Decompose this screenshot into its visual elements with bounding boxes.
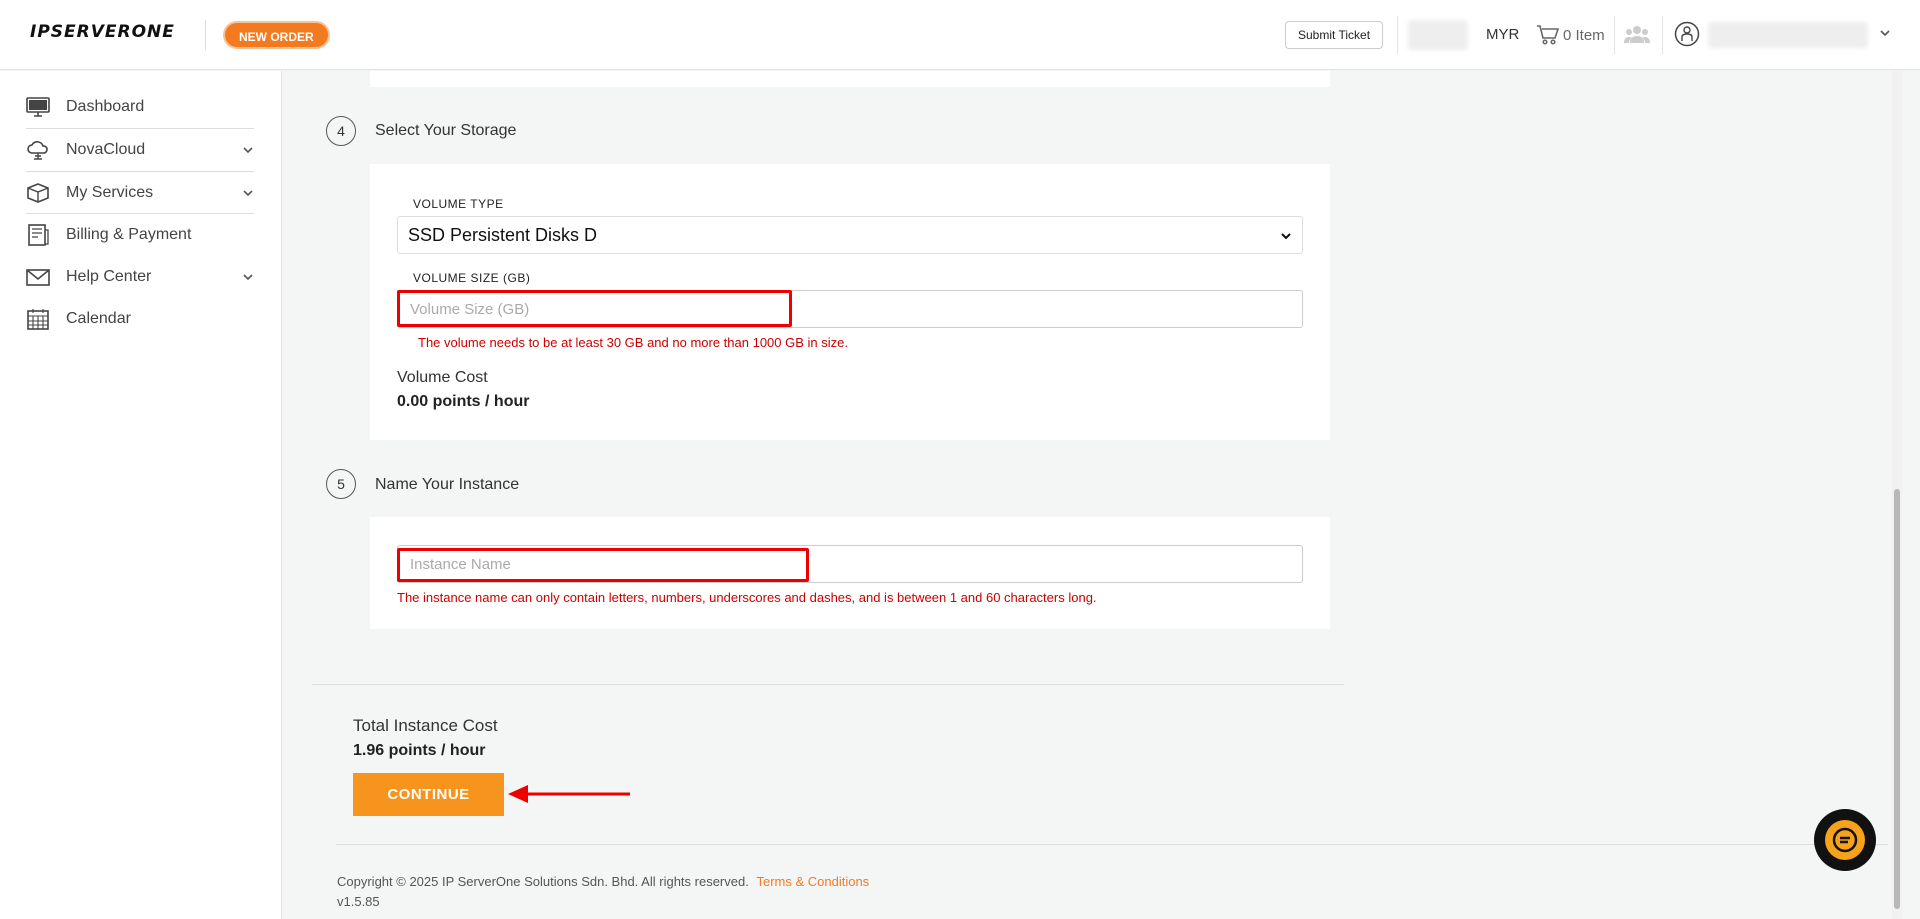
header-divider (1614, 16, 1615, 54)
terms-link[interactable]: Terms & Conditions (756, 874, 869, 889)
footer-divider (336, 844, 1888, 845)
cart-button[interactable]: 0 Item (1536, 24, 1605, 46)
calendar-icon (27, 309, 49, 330)
cart-count: 0 Item (1563, 26, 1605, 44)
volume-size-error: The volume needs to be at least 30 GB an… (418, 335, 848, 350)
arrow-annotation-icon (508, 785, 630, 803)
balance-redacted[interactable] (1408, 20, 1468, 50)
step-number-badge: 4 (326, 116, 356, 146)
volume-type-value: SSD Persistent Disks D (408, 225, 598, 245)
cloud-icon (27, 141, 48, 160)
box-icon (27, 183, 49, 203)
submit-ticket-button[interactable]: Submit Ticket (1285, 21, 1384, 49)
chat-widget-button[interactable] (1814, 809, 1876, 871)
sidebar-item-my-services[interactable]: My Services (26, 172, 254, 214)
instance-name-input[interactable] (397, 545, 1303, 583)
cart-icon (1537, 25, 1560, 45)
volume-type-select[interactable]: SSD Persistent Disks D (397, 216, 1303, 254)
sidebar-item-dashboard[interactable]: Dashboard (26, 86, 254, 128)
section-divider (312, 684, 1344, 685)
continue-button[interactable]: CONTINUE (353, 773, 504, 816)
chat-icon (1825, 820, 1865, 860)
volume-size-label: VOLUME SIZE (GB) (413, 271, 531, 285)
account-icon[interactable] (1674, 21, 1700, 47)
account-name-redacted[interactable] (1708, 22, 1868, 48)
ipserverone-logo[interactable]: IPSERVERONE (30, 22, 175, 42)
step-number-badge: 5 (326, 469, 356, 499)
sidebar-item-label: Calendar (66, 310, 131, 327)
sidebar-item-help-center[interactable]: Help Center (26, 256, 254, 298)
volume-size-input[interactable] (397, 290, 1303, 328)
volume-type-label: VOLUME TYPE (413, 197, 504, 211)
page-scrollbar[interactable] (1892, 71, 1902, 919)
chevron-down-icon (243, 274, 253, 281)
header-divider (205, 20, 206, 50)
total-cost-label: Total Instance Cost (353, 716, 498, 735)
sidebar-item-label: My Services (66, 184, 154, 201)
step-title: Select Your Storage (375, 122, 517, 139)
header-divider (1662, 16, 1663, 54)
step-title: Name Your Instance (375, 476, 520, 493)
users-icon[interactable] (1624, 24, 1650, 44)
sidebar-item-billing-payment[interactable]: Billing & Payment (26, 214, 254, 256)
sidebar-item-label: Dashboard (66, 98, 145, 115)
sidebar-item-label: Billing & Payment (66, 226, 192, 243)
receipt-icon (28, 224, 49, 246)
top-header: IPSERVERONE NEW ORDER Submit Ticket MYR … (0, 0, 1920, 70)
chevron-down-icon (243, 190, 253, 197)
mail-icon (26, 269, 50, 286)
chevron-down-icon[interactable] (1878, 26, 1892, 40)
footer-copyright: Copyright © 2025 IP ServerOne Solutions … (337, 874, 869, 889)
currency-selector[interactable]: MYR (1486, 26, 1519, 43)
new-order-button[interactable]: NEW ORDER (223, 21, 330, 49)
previous-step-card (370, 71, 1330, 87)
total-cost-value: 1.96 points / hour (353, 742, 486, 759)
sidebar-item-label: Help Center (66, 268, 152, 285)
header-divider (1397, 16, 1398, 54)
monitor-icon (26, 97, 50, 117)
scrollbar-thumb[interactable] (1894, 489, 1900, 909)
chevron-down-icon (243, 147, 253, 154)
version-text: v1.5.85 (337, 894, 380, 909)
volume-cost-label: Volume Cost (397, 369, 488, 386)
copyright-text: Copyright © 2025 IP ServerOne Solutions … (337, 874, 749, 889)
volume-cost-value: 0.00 points / hour (397, 393, 530, 410)
chevron-down-icon (1281, 233, 1291, 240)
sidebar-item-label: NovaCloud (66, 141, 146, 158)
sidebar-item-calendar[interactable]: Calendar (26, 298, 254, 340)
sidebar: Dashboard NovaCloud My Services Billing … (0, 71, 282, 919)
instance-name-error: The instance name can only contain lette… (397, 590, 1097, 605)
sidebar-item-novacloud[interactable]: NovaCloud (26, 129, 254, 171)
